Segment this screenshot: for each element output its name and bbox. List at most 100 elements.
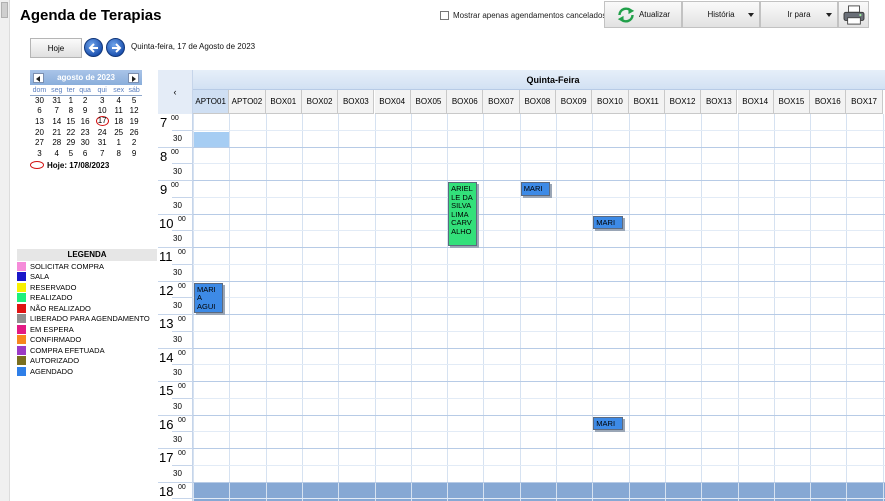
calendar-day[interactable]: 9 bbox=[126, 148, 142, 159]
half-hour-label: 30 bbox=[173, 234, 182, 244]
today-button[interactable]: Hoje bbox=[30, 38, 82, 58]
calendar-day[interactable]: 7 bbox=[49, 106, 65, 117]
appointment-block[interactable]: ARIEL LE DA SILVA LIMA CARV ALHO bbox=[448, 182, 478, 246]
column-header-apto01[interactable]: APTO01 bbox=[193, 90, 230, 114]
column-header-apto02[interactable]: APTO02 bbox=[229, 90, 266, 114]
calendar-day[interactable]: 23 bbox=[77, 127, 93, 138]
collapse-button[interactable]: ‹ bbox=[158, 70, 193, 114]
half-hour-label: 30 bbox=[173, 368, 182, 378]
calendar-day[interactable]: 30 bbox=[30, 95, 49, 106]
calendar-today-link[interactable]: Hoje: 17/08/2023 bbox=[30, 161, 142, 170]
history-dropdown[interactable]: História bbox=[682, 1, 760, 28]
column-header-box08[interactable]: BOX08 bbox=[519, 90, 556, 114]
column-header-box07[interactable]: BOX07 bbox=[483, 90, 520, 114]
calendar-day[interactable]: 15 bbox=[65, 116, 77, 127]
calendar-prev-month-button[interactable] bbox=[33, 72, 44, 83]
half-hour-divider bbox=[172, 163, 193, 165]
column-header-box06[interactable]: BOX06 bbox=[447, 90, 484, 114]
minute-label: 00 bbox=[178, 483, 186, 491]
left-scrollbar[interactable] bbox=[0, 0, 10, 501]
column-header-box12[interactable]: BOX12 bbox=[664, 90, 702, 114]
calendar-day[interactable]: 22 bbox=[65, 127, 77, 138]
calendar-day[interactable]: 1 bbox=[65, 95, 77, 106]
goto-dropdown[interactable]: Ir para bbox=[760, 1, 838, 28]
calendar-day[interactable]: 9 bbox=[77, 106, 93, 117]
previous-day-button[interactable] bbox=[84, 38, 103, 57]
calendar-day[interactable]: 16 bbox=[77, 116, 93, 127]
calendar-day[interactable]: 28 bbox=[49, 137, 65, 148]
calendar-day[interactable]: 2 bbox=[77, 95, 93, 106]
calendar-day[interactable]: 31 bbox=[49, 95, 65, 106]
column-header-box11[interactable]: BOX11 bbox=[628, 90, 665, 114]
column-header-box17[interactable]: BOX17 bbox=[846, 90, 883, 114]
calendar-day[interactable]: 8 bbox=[65, 106, 77, 117]
column-header-box10[interactable]: BOX10 bbox=[592, 90, 629, 114]
calendar-day[interactable]: 1 bbox=[111, 137, 126, 148]
calendar-day[interactable]: 6 bbox=[77, 148, 93, 159]
calendar-day[interactable]: 3 bbox=[30, 148, 49, 159]
calendar-next-month-button[interactable] bbox=[128, 72, 139, 83]
calendar-day[interactable]: 19 bbox=[126, 116, 142, 127]
calendar-day[interactable]: 21 bbox=[49, 127, 65, 138]
appointment-block[interactable]: MARI bbox=[593, 416, 623, 431]
cancel-filter-checkbox[interactable] bbox=[440, 11, 449, 20]
half-hour-label: 30 bbox=[173, 301, 182, 311]
calendar-day[interactable]: 2 bbox=[126, 137, 142, 148]
column-header-box03[interactable]: BOX03 bbox=[338, 90, 375, 114]
next-day-button[interactable] bbox=[106, 38, 125, 57]
hour-label: 16 bbox=[159, 416, 174, 432]
calendar-day[interactable]: 17 bbox=[93, 116, 111, 127]
today-button-label: Hoje bbox=[47, 43, 65, 53]
calendar-day[interactable]: 6 bbox=[30, 106, 49, 117]
column-divider bbox=[701, 114, 703, 501]
left-scrollbar-thumb[interactable] bbox=[1, 2, 8, 18]
calendar-day[interactable]: 4 bbox=[49, 148, 65, 159]
appointment-block[interactable]: MARI A AGUI bbox=[194, 282, 224, 313]
calendar-day[interactable]: 26 bbox=[126, 127, 142, 138]
column-header-box14[interactable]: BOX14 bbox=[737, 90, 774, 114]
legend-label: SOLICITAR COMPRA bbox=[30, 261, 105, 271]
calendar-day[interactable]: 20 bbox=[30, 127, 49, 138]
calendar-day[interactable]: 3 bbox=[93, 95, 111, 106]
minute-label: 00 bbox=[178, 383, 186, 390]
calendar-day[interactable]: 5 bbox=[65, 148, 77, 159]
calendar-day[interactable]: 11 bbox=[111, 106, 126, 117]
calendar-day[interactable]: 24 bbox=[93, 127, 111, 138]
calendar-day[interactable]: 18 bbox=[111, 116, 126, 127]
column-header-box13[interactable]: BOX13 bbox=[701, 90, 738, 114]
column-header-box09[interactable]: BOX09 bbox=[556, 90, 593, 114]
column-header-box16[interactable]: BOX16 bbox=[810, 90, 847, 114]
column-header-box01[interactable]: BOX01 bbox=[265, 90, 302, 114]
calendar-day[interactable]: 27 bbox=[30, 137, 49, 148]
appointment-block[interactable]: MARI bbox=[520, 182, 550, 196]
calendar-day[interactable]: 13 bbox=[30, 116, 49, 127]
calendar-day[interactable]: 12 bbox=[126, 106, 142, 117]
column-header-box15[interactable]: BOX15 bbox=[773, 90, 811, 114]
column-header-box02[interactable]: BOX02 bbox=[301, 90, 339, 114]
schedule-cells[interactable]: ARIEL LE DA SILVA LIMA CARV ALHO MARI MARI MARI A… bbox=[193, 114, 885, 501]
hour-divider bbox=[158, 414, 193, 416]
calendar-day[interactable]: 4 bbox=[111, 95, 126, 106]
chevron-left-icon bbox=[36, 75, 40, 82]
calendar-day[interactable]: 31 bbox=[93, 137, 111, 148]
refresh-button[interactable]: Atualizar bbox=[604, 1, 682, 28]
column-header-box05[interactable]: BOX05 bbox=[410, 90, 448, 114]
calendar-day[interactable]: 25 bbox=[111, 127, 126, 138]
column-divider bbox=[265, 114, 267, 501]
half-hour-label: 30 bbox=[173, 468, 182, 478]
half-hour-divider bbox=[172, 330, 193, 332]
minute-label: 00 bbox=[178, 282, 186, 290]
calendar-day[interactable]: 30 bbox=[77, 137, 93, 148]
calendar-day[interactable]: 5 bbox=[126, 95, 142, 106]
calendar-day[interactable]: 14 bbox=[49, 116, 65, 127]
calendar-day[interactable]: 10 bbox=[93, 106, 111, 117]
minute-label: 00 bbox=[178, 349, 186, 357]
calendar-day[interactable]: 7 bbox=[93, 148, 111, 159]
appointment-block[interactable]: MARI bbox=[593, 215, 623, 230]
print-button[interactable] bbox=[838, 1, 869, 28]
cancel-filter[interactable]: Mostrar apenas agendamentos cancelados bbox=[440, 11, 606, 20]
calendar-day[interactable]: 29 bbox=[65, 137, 77, 148]
column-header-box04[interactable]: BOX04 bbox=[374, 90, 411, 114]
column-divider bbox=[519, 114, 521, 501]
calendar-day[interactable]: 8 bbox=[111, 148, 126, 159]
